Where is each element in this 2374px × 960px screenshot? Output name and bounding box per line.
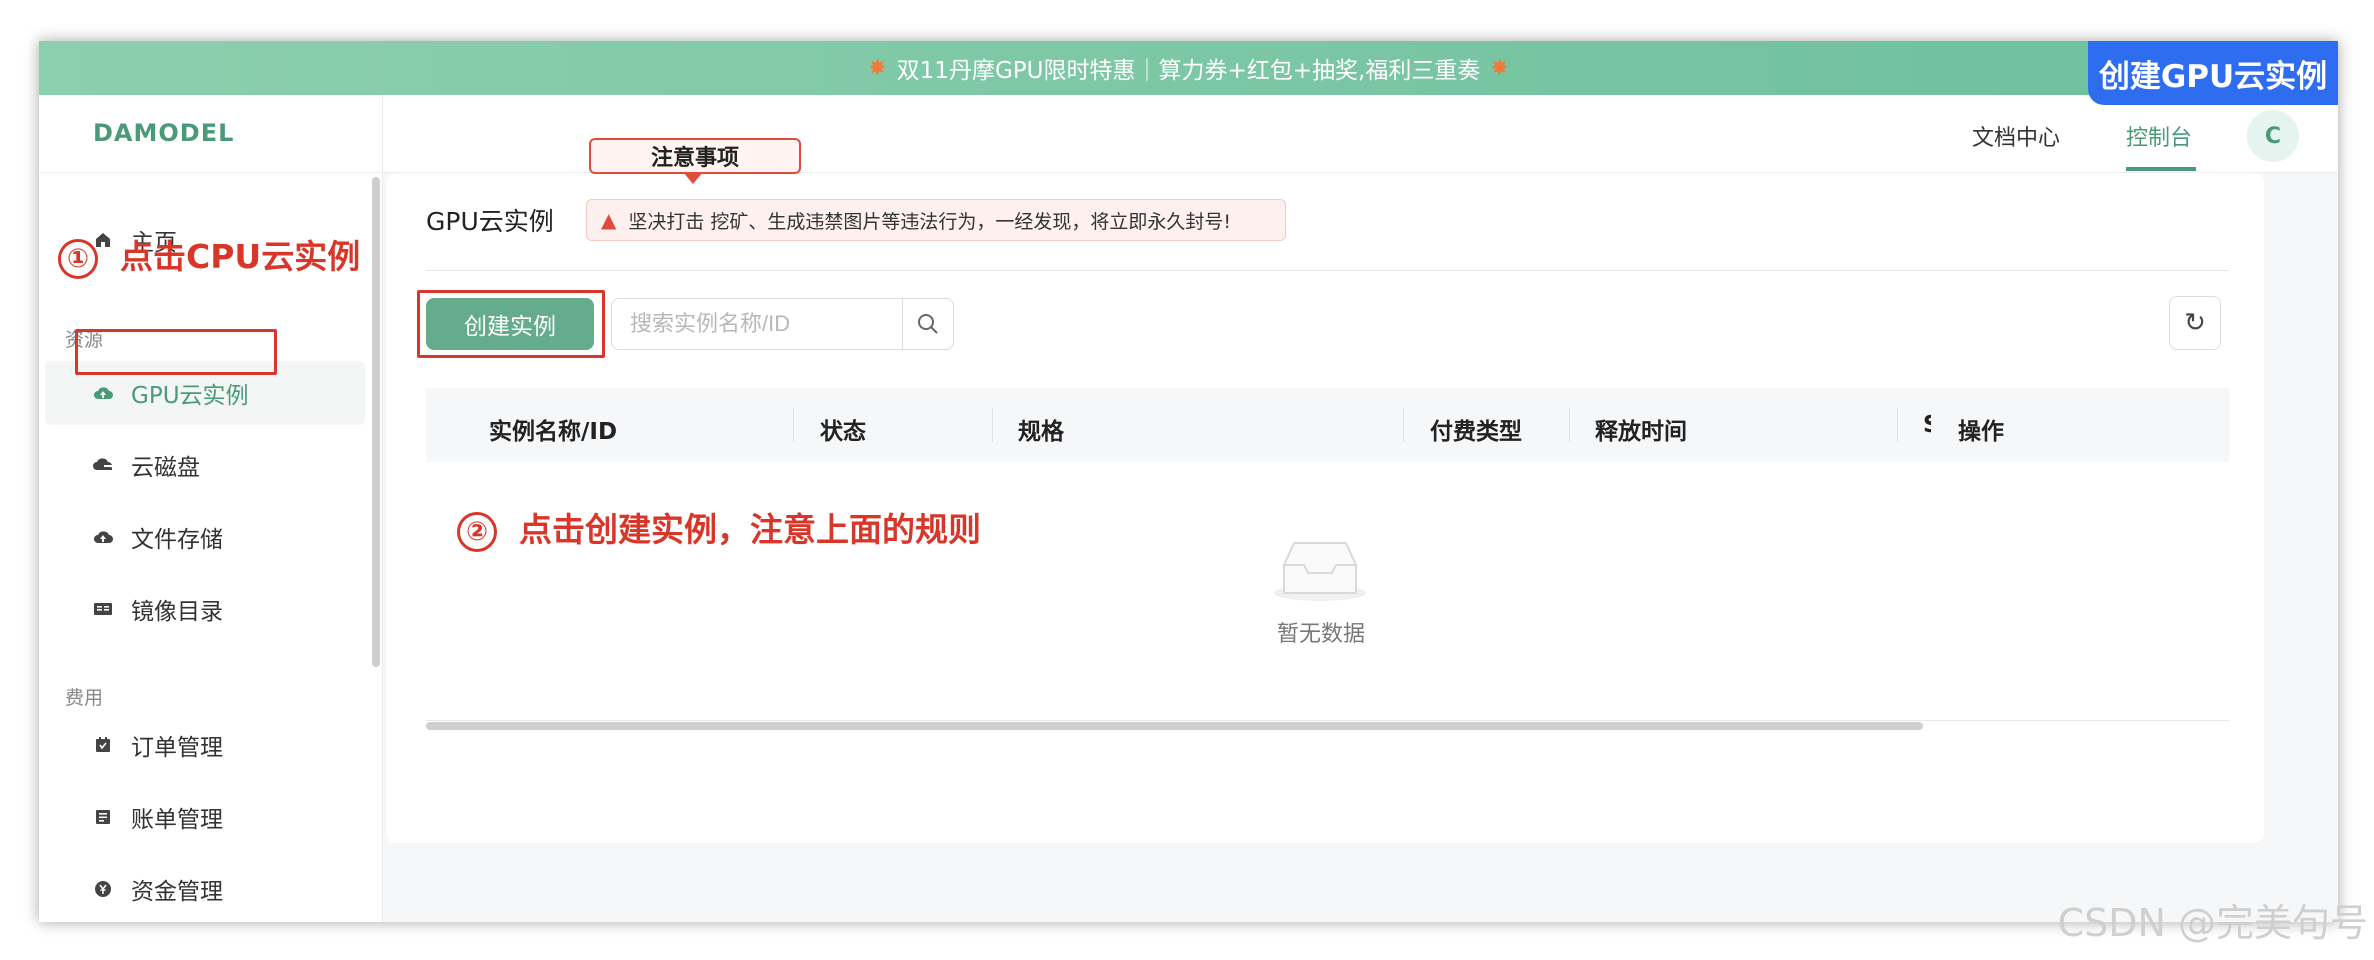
annotation-step-2: ② 点击创建实例，注意上面的规则	[457, 503, 981, 552]
table-header: 实例名称/ID 状态 规格 付费类型 释放时间 S 操作	[426, 388, 2229, 462]
warning-text: 坚决打击 挖矿、生成违禁图片等违法行为，一经发现，将立即永久封号!	[628, 210, 1232, 233]
notice-badge: 注意事项	[589, 138, 801, 174]
refresh-icon: ↻	[2184, 308, 2206, 338]
sidebar-item-label: GPU云实例	[131, 383, 249, 409]
sidebar-item-label: 订单管理	[131, 735, 223, 761]
cloud-icon	[93, 527, 113, 547]
search-icon	[918, 314, 938, 334]
empty-inbox-icon	[1274, 542, 1366, 601]
nav-console-link[interactable]: 控制台	[2126, 120, 2192, 152]
search-input[interactable]	[611, 298, 903, 350]
sidebar-item-image-catalog[interactable]: 镜像目录	[45, 577, 365, 641]
column-header-status: 状态	[820, 419, 866, 445]
sidebar-item-label: 账单管理	[131, 807, 223, 833]
column-header-actions: 操作	[1958, 419, 2004, 445]
nav-docs-link[interactable]: 文档中心	[1972, 120, 2060, 152]
cloud-upload-icon	[93, 383, 113, 403]
table-bottom-border	[426, 720, 2229, 721]
promo-banner[interactable]: ✸ 双11丹摩GPU限时特惠｜算力券+红包+抽奖,福利三重奏 ✸	[39, 41, 2338, 95]
column-separator	[992, 408, 993, 442]
promo-banner-text: 双11丹摩GPU限时特惠｜算力券+红包+抽奖,福利三重奏	[896, 58, 1481, 84]
empty-state-text: 暂无数据	[1277, 622, 1366, 647]
notice-pointer	[683, 172, 703, 184]
sidebar-scrollbar[interactable]	[372, 177, 380, 667]
sidebar-item-bills[interactable]: 账单管理	[45, 785, 365, 849]
sidebar-item-file-storage[interactable]: 文件存储	[45, 505, 365, 569]
table-horizontal-scrollbar[interactable]	[426, 722, 1923, 730]
firework-icon: ✸	[1490, 55, 1509, 81]
sidebar-item-label: 资金管理	[131, 879, 223, 905]
annotation-step-1-text: 点击CPU云实例	[120, 237, 361, 276]
corner-tag: 创建GPU云实例	[2088, 41, 2338, 105]
page-title: GPU云实例	[426, 207, 554, 236]
annotation-step-1-number: ①	[58, 238, 98, 279]
refresh-button[interactable]: ↻	[2169, 296, 2221, 350]
column-separator	[1569, 408, 1570, 442]
column-header-release-time: 释放时间	[1595, 419, 1687, 445]
annotation-step-2-text: 点击创建实例，注意上面的规则	[519, 510, 981, 549]
column-header-truncated: S	[1923, 412, 1931, 438]
logo[interactable]: DAMODEL	[93, 119, 234, 147]
book-icon	[93, 599, 113, 619]
annotation-highlight-create-button	[417, 290, 605, 358]
sidebar-item-cloud-disk[interactable]: 云磁盘	[45, 433, 365, 497]
active-nav-indicator	[2126, 167, 2196, 171]
avatar[interactable]: C	[2247, 110, 2299, 162]
sidebar: 主页 资源 GPU云实例 云磁盘 文件存储 镜像目录 费用 订单管理 账单管理 …	[39, 173, 382, 922]
yen-icon	[93, 879, 113, 899]
annotation-step-1: ① 点击CPU云实例	[58, 230, 360, 279]
sidebar-item-label: 云磁盘	[131, 455, 200, 481]
column-header-pay-type: 付费类型	[1430, 419, 1522, 445]
cloud-disk-icon	[93, 455, 113, 475]
firework-icon: ✸	[868, 55, 887, 81]
column-separator	[793, 408, 794, 442]
column-separator	[1897, 408, 1898, 442]
watermark: CSDN @完美句号	[2057, 901, 2368, 945]
sidebar-item-label: 文件存储	[131, 527, 223, 553]
card-divider	[426, 270, 2229, 271]
column-separator	[1403, 408, 1404, 442]
order-icon	[93, 735, 113, 755]
top-nav-bar: DAMODEL 文档中心 控制台 C	[39, 95, 2338, 173]
annotation-step-2-number: ②	[457, 511, 497, 552]
column-header-spec: 规格	[1018, 419, 1064, 445]
sidebar-item-funds[interactable]: 资金管理	[45, 857, 365, 921]
group-label-billing: 费用	[65, 687, 104, 709]
bill-icon	[93, 807, 113, 827]
warning-icon: ▲	[601, 208, 617, 232]
annotation-highlight-gpu-instance	[75, 329, 277, 375]
column-header-name: 实例名称/ID	[489, 419, 618, 445]
warning-banner: ▲ 坚决打击 挖矿、生成违禁图片等违法行为，一经发现，将立即永久封号!	[586, 199, 1286, 241]
search-button[interactable]	[902, 298, 954, 350]
sidebar-item-orders[interactable]: 订单管理	[45, 713, 365, 777]
sidebar-item-label: 镜像目录	[131, 599, 223, 625]
